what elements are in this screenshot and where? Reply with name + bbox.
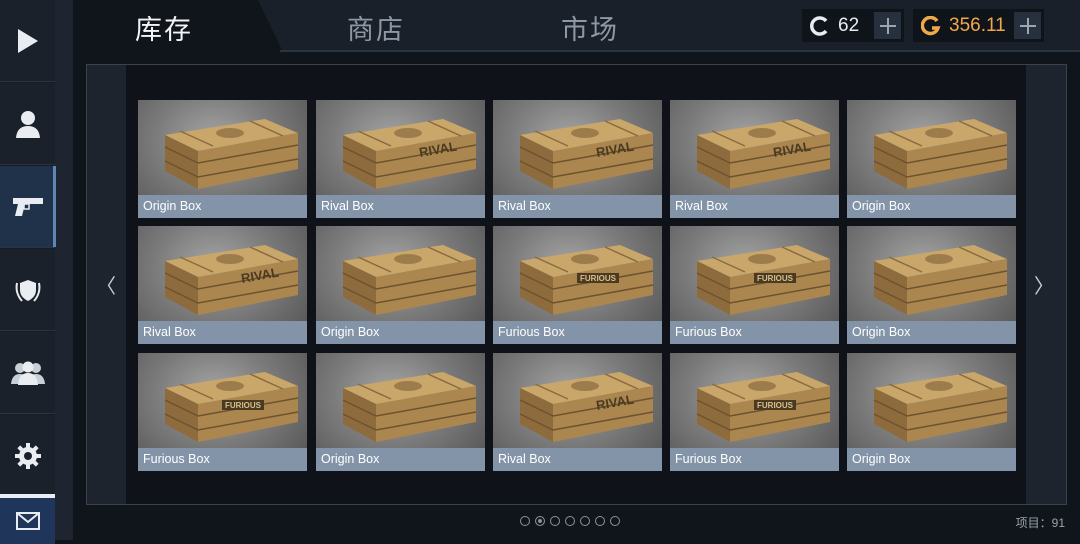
svg-text:FURIOUS: FURIOUS (757, 274, 794, 283)
crate-image (342, 372, 477, 442)
tab-shop[interactable]: 商店 (347, 8, 405, 47)
inventory-item[interactable]: Origin Box (316, 353, 485, 471)
prev-page-arrow[interactable]: 〈 (96, 270, 116, 299)
next-page-arrow[interactable]: 〉 (1034, 270, 1054, 299)
inventory-item-label: Rival Box (670, 195, 839, 218)
inventory-item[interactable]: Origin Box (847, 100, 1016, 218)
tab-inventory[interactable]: 库存 (135, 8, 193, 47)
gold-value: 356.11 (949, 14, 1006, 36)
coin-c-icon (810, 15, 828, 36)
sidebar-play-button[interactable] (0, 0, 55, 82)
page-dot[interactable] (565, 516, 575, 526)
crate-image (873, 119, 1008, 189)
pistol-icon (12, 197, 43, 216)
inventory-item-label: Origin Box (138, 195, 307, 218)
inventory-item-label: Furious Box (670, 448, 839, 471)
crate-image (164, 119, 299, 189)
tab-market[interactable]: 市场 (561, 8, 619, 47)
inventory-item[interactable]: Origin Box (138, 100, 307, 218)
svg-text:FURIOUS: FURIOUS (225, 401, 262, 410)
inventory-item[interactable]: FURIOUS Furious Box (138, 353, 307, 471)
inventory-item-label: Rival Box (138, 321, 307, 344)
inventory-item-label: Rival Box (316, 195, 485, 218)
inventory-item[interactable]: RIVAL Rival Box (316, 100, 485, 218)
plus-icon (879, 17, 896, 34)
sidebar-friends-button[interactable] (0, 332, 55, 414)
inventory-item[interactable]: RIVAL Rival Box (670, 100, 839, 218)
svg-text:FURIOUS: FURIOUS (580, 274, 617, 283)
gold-g-icon (921, 15, 941, 35)
crate-image: RIVAL (342, 119, 477, 189)
tab-divider (280, 50, 1080, 52)
sidebar-mail-button[interactable] (0, 494, 55, 544)
crate-image (873, 245, 1008, 315)
friends-icon (10, 361, 45, 385)
inventory-item[interactable]: FURIOUS Furious Box (670, 353, 839, 471)
page-dot[interactable] (520, 516, 530, 526)
inventory-item[interactable]: Origin Box (847, 353, 1016, 471)
inventory-item-label: Furious Box (138, 448, 307, 471)
crate-image: FURIOUS (519, 245, 654, 315)
inventory-item-label: Furious Box (493, 321, 662, 344)
sidebar (0, 0, 73, 544)
gold-display: 356.11 (913, 9, 1044, 42)
inventory-item[interactable]: RIVAL Rival Box (493, 100, 662, 218)
item-count: 项目：91 (1015, 516, 1065, 530)
sidebar-inventory-button[interactable] (0, 166, 56, 248)
inventory-item[interactable]: FURIOUS Furious Box (493, 226, 662, 344)
crate-image: FURIOUS (164, 372, 299, 442)
crate-image: RIVAL (696, 119, 831, 189)
page-dot[interactable] (610, 516, 620, 526)
mail-icon (15, 512, 40, 530)
sidebar-clan-button[interactable] (0, 249, 55, 331)
crate-image (342, 245, 477, 315)
inventory-item[interactable]: Origin Box (847, 226, 1016, 344)
inventory-item[interactable]: FURIOUS Furious Box (670, 226, 839, 344)
inventory-item[interactable]: RIVAL Rival Box (493, 353, 662, 471)
inventory-item-label: Rival Box (493, 448, 662, 471)
gear-icon (14, 442, 41, 469)
inventory-item-label: Furious Box (670, 321, 839, 344)
shield-laurel-icon (15, 279, 40, 302)
crate-image: RIVAL (519, 372, 654, 442)
inventory-item-label: Rival Box (493, 195, 662, 218)
inventory-item-label: Origin Box (847, 448, 1016, 471)
inventory-item[interactable]: Origin Box (316, 226, 485, 344)
inventory-item[interactable]: RIVAL Rival Box (138, 226, 307, 344)
crate-image: FURIOUS (696, 245, 831, 315)
user-icon (15, 110, 40, 138)
inventory-item-label: Origin Box (316, 321, 485, 344)
sidebar-profile-button[interactable] (0, 83, 55, 165)
crate-image: FURIOUS (696, 372, 831, 442)
plus-icon (1019, 17, 1036, 34)
page-dot[interactable] (550, 516, 560, 526)
inventory-item-label: Origin Box (847, 321, 1016, 344)
page-dot[interactable] (535, 516, 545, 526)
svg-text:FURIOUS: FURIOUS (757, 401, 794, 410)
crate-image: RIVAL (519, 119, 654, 189)
sidebar-edge (55, 0, 73, 540)
crate-image: RIVAL (164, 245, 299, 315)
coins-display: 62 (802, 9, 904, 42)
add-coins-button[interactable] (874, 12, 901, 39)
coins-value: 62 (838, 14, 860, 36)
inventory-item-label: Origin Box (316, 448, 485, 471)
crate-image (873, 372, 1008, 442)
page-dot[interactable] (580, 516, 590, 526)
sidebar-settings-button[interactable] (0, 415, 55, 497)
add-gold-button[interactable] (1014, 12, 1041, 39)
inventory-item-label: Origin Box (847, 195, 1016, 218)
play-icon (17, 28, 38, 53)
page-indicator (520, 516, 620, 526)
page-dot[interactable] (595, 516, 605, 526)
